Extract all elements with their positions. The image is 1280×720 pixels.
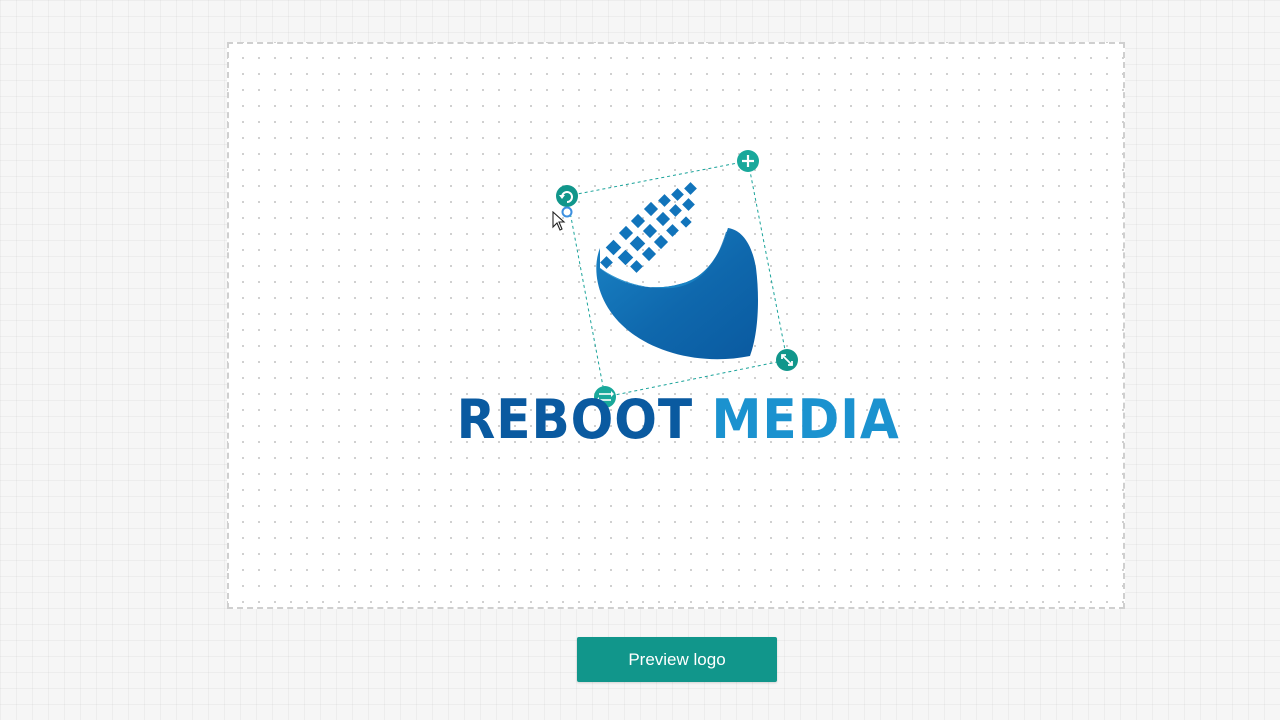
design-canvas[interactable] <box>227 42 1125 609</box>
resize-handle[interactable] <box>776 349 798 371</box>
anchor-point[interactable] <box>561 206 573 218</box>
brand-word-media: MEDIA <box>711 388 900 451</box>
brand-name[interactable]: REBOOT MEDIA <box>457 385 899 455</box>
brand-word-reboot: REBOOT <box>456 388 694 451</box>
logo-editor: REBOOT MEDIA Preview logo <box>0 0 1280 720</box>
add-handle[interactable] <box>737 150 759 172</box>
preview-logo-button[interactable]: Preview logo <box>577 637 777 682</box>
